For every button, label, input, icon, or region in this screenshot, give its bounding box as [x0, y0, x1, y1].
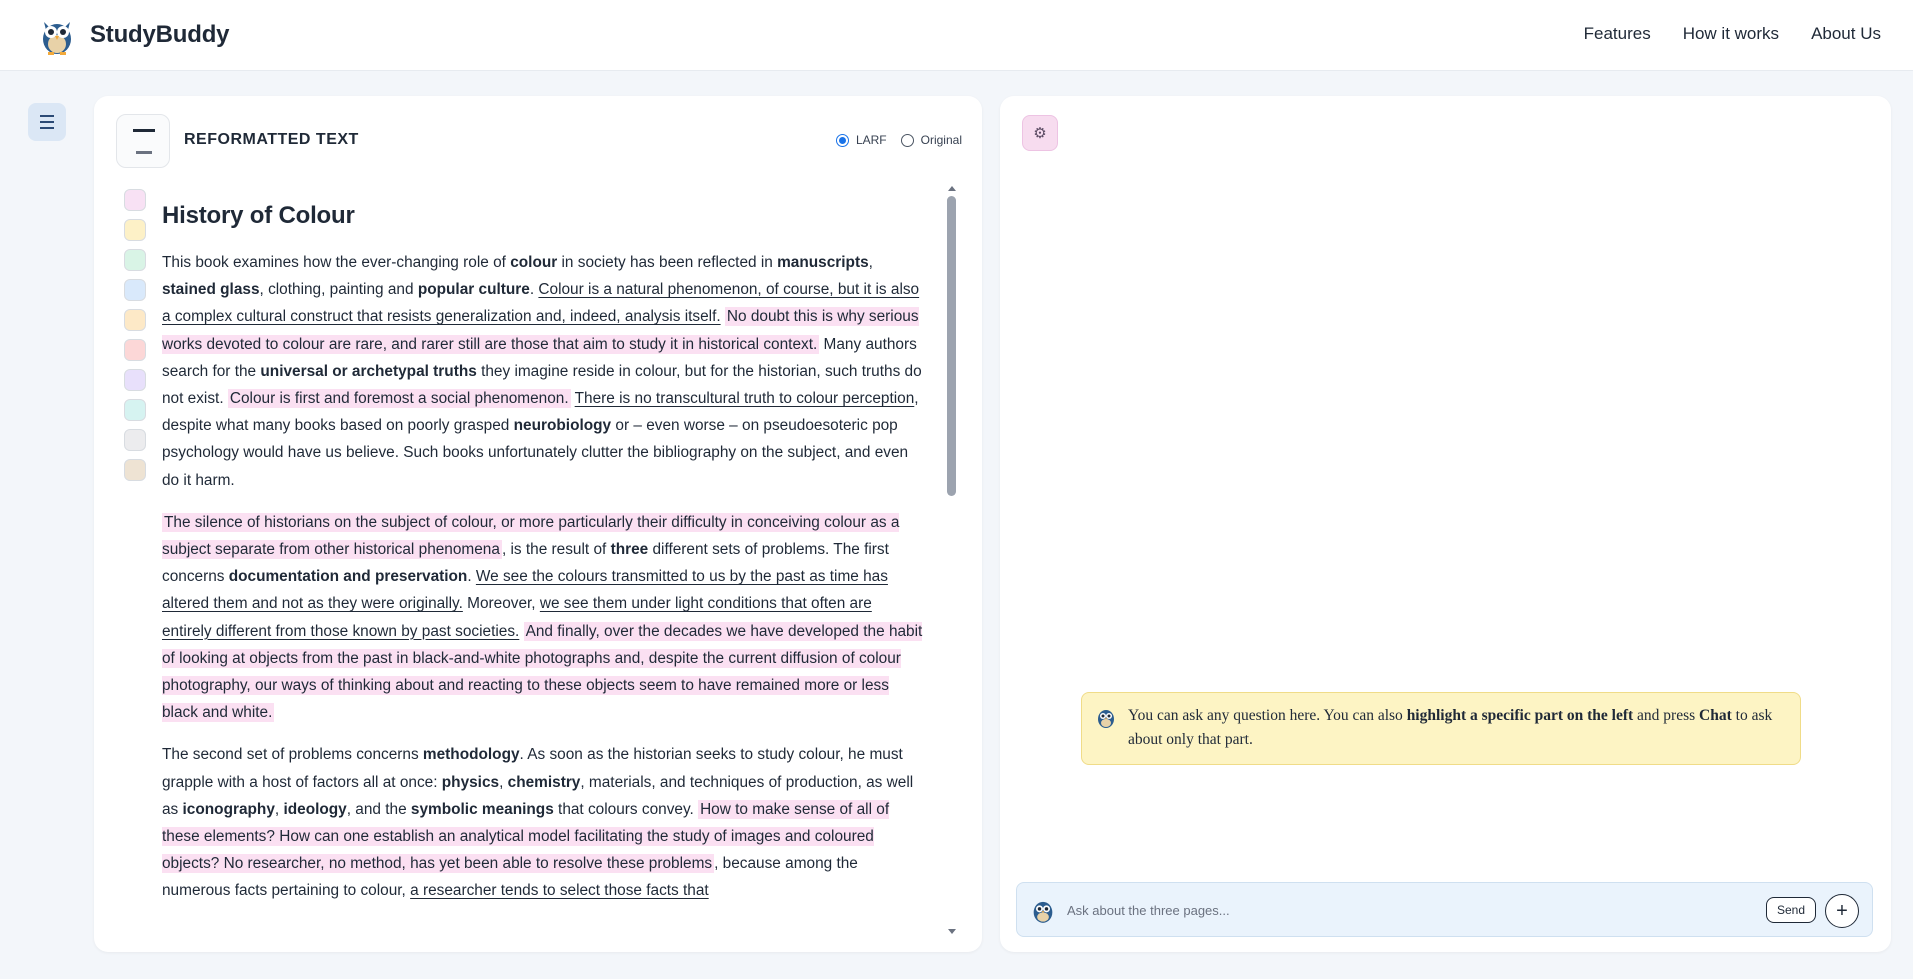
nav-features[interactable]: Features — [1584, 24, 1651, 44]
sidebar-toggle-button[interactable] — [28, 103, 66, 141]
color-swatch[interactable] — [124, 459, 146, 481]
color-swatch[interactable] — [124, 339, 146, 361]
scrollbar-thumb[interactable] — [947, 196, 956, 496]
mode-original-radio[interactable]: Original — [900, 133, 962, 147]
scroll-up-icon[interactable] — [948, 186, 956, 191]
underlined-sentence: There is no transcultural truth to colou… — [574, 390, 915, 408]
scroll-down-icon[interactable] — [948, 929, 956, 934]
document-icon[interactable] — [116, 114, 170, 168]
chat-panel: ⚙ You can ask any question here. You can… — [1000, 96, 1891, 952]
highlighted-sentence: Colour is first and foremost a social ph… — [227, 389, 571, 409]
settings-button[interactable]: ⚙ — [1022, 115, 1058, 151]
brand-name: StudyBuddy — [90, 21, 230, 48]
brand[interactable]: StudyBuddy — [36, 14, 230, 56]
paragraph[interactable]: The second set of problems concerns meth… — [162, 741, 924, 904]
chat-input[interactable] — [1067, 896, 1767, 924]
reading-area[interactable]: History of Colour This book examines how… — [162, 184, 932, 924]
color-swatch[interactable] — [124, 309, 146, 331]
reformatted-text-panel: REFORMATTED TEXT LARF Original History o… — [94, 96, 982, 952]
mode-larf-label: LARF — [855, 133, 887, 147]
nav-about-us[interactable]: About Us — [1811, 24, 1881, 44]
nav-how-it-works[interactable]: How it works — [1683, 24, 1779, 44]
color-swatch[interactable] — [124, 219, 146, 241]
mode-original-label: Original — [920, 133, 962, 147]
main-nav: Features How it works About Us — [1584, 24, 1881, 44]
chat-hint-message: You can ask any question here. You can a… — [1081, 692, 1801, 765]
add-button[interactable]: + — [1825, 894, 1859, 928]
color-swatch[interactable] — [124, 279, 146, 301]
radio-unselected-icon — [900, 133, 914, 147]
top-navbar: StudyBuddy Features How it works About U… — [0, 0, 1913, 71]
menu-icon — [40, 113, 54, 131]
color-swatch[interactable] — [124, 249, 146, 271]
owl-avatar-icon — [1098, 710, 1114, 728]
color-swatch[interactable] — [124, 429, 146, 451]
highlight-color-swatches — [124, 189, 146, 481]
document-heading: History of Colour — [162, 202, 355, 229]
paragraph[interactable]: The silence of historians on the subject… — [162, 509, 924, 727]
owl-logo-icon — [43, 22, 71, 55]
underlined-sentence: a researcher tends to select those facts… — [410, 882, 709, 900]
color-swatch[interactable] — [124, 369, 146, 391]
chat-input-bar: Send + — [1016, 882, 1873, 937]
plus-icon: + — [1836, 900, 1848, 922]
send-button[interactable]: Send — [1766, 897, 1816, 923]
gear-icon: ⚙ — [1033, 125, 1047, 142]
mode-switch: LARF Original — [835, 133, 962, 147]
panel-title: REFORMATTED TEXT — [184, 131, 359, 148]
color-swatch[interactable] — [124, 189, 146, 211]
radio-selected-icon — [835, 133, 849, 147]
owl-avatar-icon — [1033, 901, 1053, 923]
reading-scrollbar[interactable] — [946, 186, 958, 934]
paragraph[interactable]: This book examines how the ever-changing… — [162, 249, 924, 494]
mode-larf-radio[interactable]: LARF — [835, 133, 887, 147]
color-swatch[interactable] — [124, 399, 146, 421]
